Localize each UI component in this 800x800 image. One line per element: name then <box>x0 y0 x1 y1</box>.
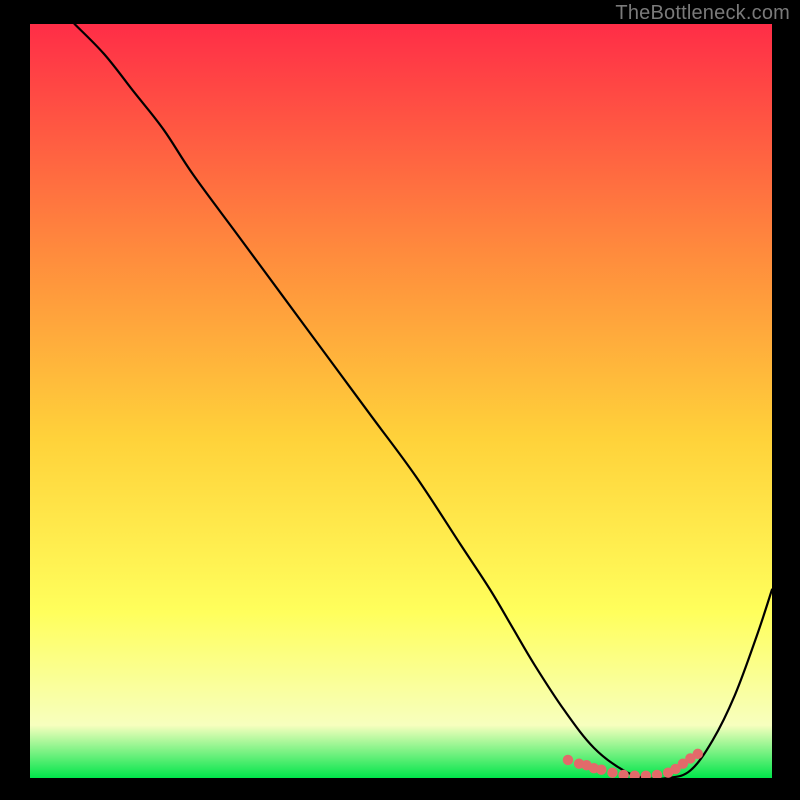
chart-frame: TheBottleneck.com <box>0 0 800 800</box>
gradient-background <box>30 24 772 778</box>
plot-area <box>30 24 772 778</box>
valley-marker <box>607 768 617 778</box>
valley-marker <box>693 749 703 759</box>
watermark-text: TheBottleneck.com <box>615 2 790 25</box>
valley-marker <box>596 765 606 775</box>
valley-marker <box>563 755 573 765</box>
plot-svg <box>30 24 772 778</box>
